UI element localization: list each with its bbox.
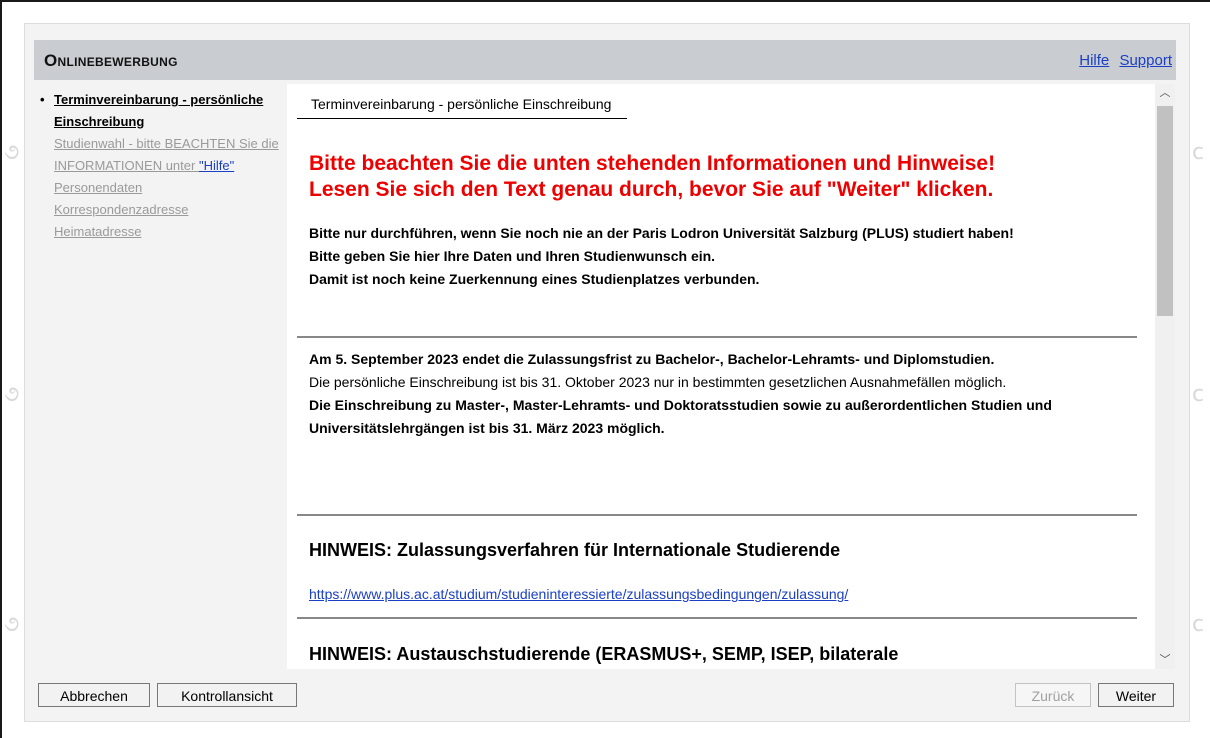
step-appointment[interactable]: • Terminvereinbarung - persönliche Einsc… xyxy=(38,89,288,133)
hinweis-heading: HINWEIS: Austauschstudierende (ERASMUS+,… xyxy=(309,644,899,664)
control-view-button[interactable]: Kontrollansicht xyxy=(157,683,297,707)
intro-line: Bitte geben Sie hier Ihre Daten und Ihre… xyxy=(309,248,716,264)
header-links: Hilfe Support xyxy=(1073,52,1172,69)
watermark-mark: c xyxy=(1192,382,1205,407)
content-panel[interactable]: Terminvereinbarung - persönliche Einschr… xyxy=(287,84,1155,669)
hinweis-heading: HINWEIS: Zulassungsverfahren für Interna… xyxy=(309,540,841,560)
deadline-paragraph: Am 5. September 2023 endet die Zulassung… xyxy=(309,348,1144,440)
cancel-button[interactable]: Abbrechen xyxy=(38,683,150,707)
step-personal-data: Personendaten xyxy=(38,177,288,199)
watermark-mark: ૭ xyxy=(4,612,20,637)
watermark-mark: ૭ xyxy=(4,382,20,407)
watermark-mark: c xyxy=(1192,140,1205,165)
step-study-choice: Studienwahl - bitte BEACHTEN Sie die INF… xyxy=(38,133,288,177)
step-label: Terminvereinbarung - persönliche Einschr… xyxy=(54,92,264,129)
chevron-down-icon[interactable]: ﹀ xyxy=(1155,652,1175,668)
next-button[interactable]: Weiter xyxy=(1098,683,1174,707)
header-bar: Onlinebewerbung Hilfe Support xyxy=(34,40,1176,80)
deadline-normal: Die persönliche Einschreibung ist bis 31… xyxy=(309,374,1007,390)
deadline-bold-2: Die Einschreibung zu Master-, Master-Leh… xyxy=(309,397,1052,436)
divider xyxy=(297,617,1137,619)
app-title: Onlinebewerbung xyxy=(44,51,178,70)
bullet-icon: • xyxy=(40,92,45,107)
tab-appointment[interactable]: Terminvereinbarung - persönliche Einschr… xyxy=(297,94,628,119)
deadline-bold: Am 5. September 2023 endet die Zulassung… xyxy=(309,351,995,367)
intro-paragraph: Bitte nur durchführen, wenn Sie noch nie… xyxy=(309,222,1144,291)
warning-line: Lesen Sie sich den Text genau durch, bev… xyxy=(309,178,994,201)
chevron-up-icon[interactable]: ︿ xyxy=(1155,85,1175,101)
back-button[interactable]: Zurück xyxy=(1015,683,1091,707)
watermark-mark: c xyxy=(1192,612,1205,637)
content-scrollbar[interactable]: ︿ ﹀ xyxy=(1155,84,1175,669)
step-label: Heimatadresse xyxy=(54,224,142,239)
scrollbar-thumb[interactable] xyxy=(1157,106,1173,316)
step-label: Personendaten xyxy=(54,180,143,195)
step-correspondence-address: Korrespondenzadresse xyxy=(38,199,288,221)
help-link[interactable]: Hilfe xyxy=(1079,52,1109,69)
step-home-address: Heimatadresse xyxy=(38,221,288,243)
sidebar-help-link[interactable]: "Hilfe" xyxy=(199,158,234,173)
step-label: Korrespondenzadresse xyxy=(54,202,189,217)
warning-line: Bitte beachten Sie die unten stehenden I… xyxy=(309,152,996,175)
window-border-top xyxy=(0,0,1210,2)
intro-line: Damit ist noch keine Zuerkennung eines S… xyxy=(309,271,760,287)
step-label: Studienwahl - bitte BEACHTEN Sie die INF… xyxy=(54,136,279,173)
watermark-mark: ૭ xyxy=(4,140,20,165)
intro-line: Bitte nur durchführen, wenn Sie noch nie… xyxy=(309,225,1014,241)
divider xyxy=(297,514,1137,516)
window-border-left xyxy=(0,0,2,738)
step-navigation: • Terminvereinbarung - persönliche Einsc… xyxy=(38,89,288,243)
warning-heading: Bitte beachten Sie die unten stehenden I… xyxy=(309,151,1149,203)
admission-link[interactable]: https://www.plus.ac.at/studium/studienin… xyxy=(309,586,848,602)
support-link[interactable]: Support xyxy=(1119,52,1172,69)
divider xyxy=(297,336,1137,338)
